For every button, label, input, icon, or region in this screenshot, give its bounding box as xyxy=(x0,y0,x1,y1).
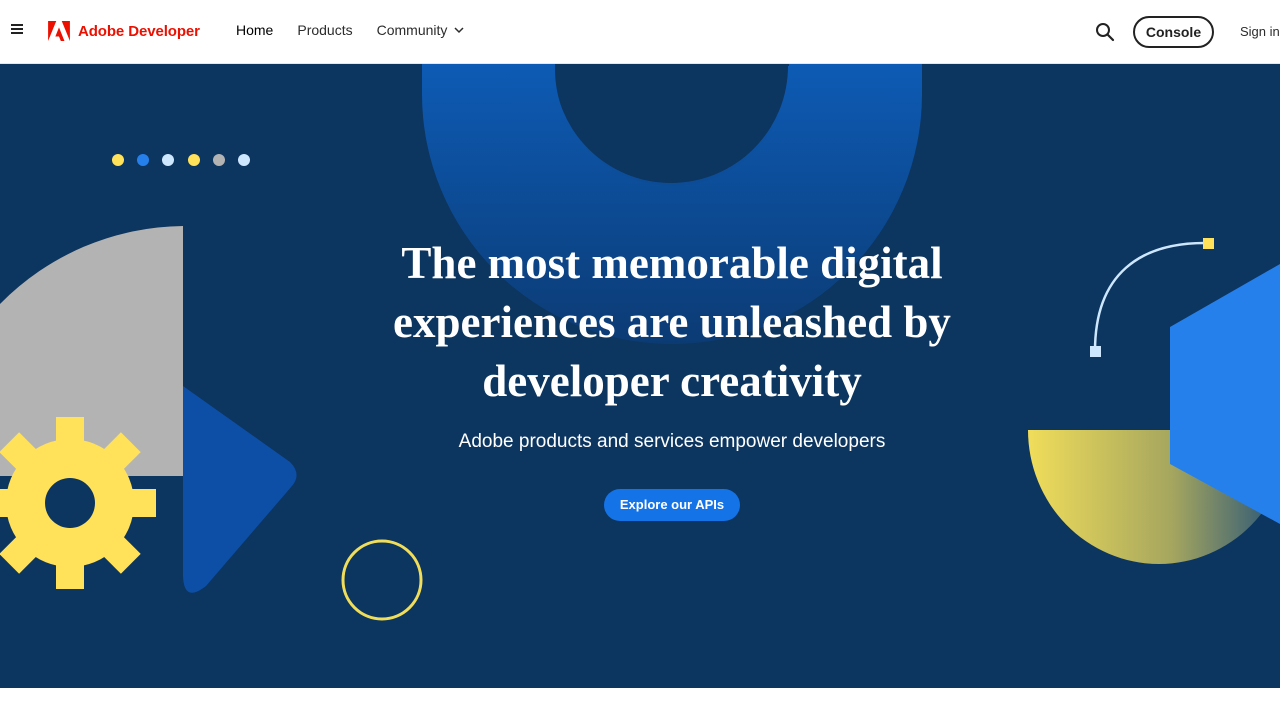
dot xyxy=(137,154,149,166)
hero-title: The most memorable digital experiences a… xyxy=(393,238,951,406)
blue-triangle-shape xyxy=(183,386,297,593)
nav-item-products[interactable]: Products xyxy=(297,22,352,38)
hero-content: The most memorable digital experiences a… xyxy=(340,234,1004,521)
page-below-hero xyxy=(0,688,1280,720)
nav-item-label: Products xyxy=(297,22,353,38)
dot xyxy=(238,154,250,166)
search-icon[interactable] xyxy=(1095,22,1115,42)
nav-item-community[interactable]: Community xyxy=(377,22,466,38)
nav-item-label: Community xyxy=(376,22,448,38)
explore-apis-button[interactable]: Explore our APIs xyxy=(603,489,741,521)
primary-nav: Home Products Community xyxy=(236,22,489,38)
nav-item-home[interactable]: Home xyxy=(236,22,273,38)
adobe-developer-logo[interactable]: Adobe Developer xyxy=(48,21,200,41)
dot xyxy=(213,154,225,166)
sign-in-link[interactable]: Sign in xyxy=(1240,24,1280,39)
hero-subtitle: Adobe products and services empower deve… xyxy=(458,431,886,452)
console-button[interactable]: Console xyxy=(1133,16,1214,48)
square-marker xyxy=(1203,238,1214,249)
brand-name: Adobe Developer xyxy=(78,22,200,40)
dot xyxy=(188,154,200,166)
grey-quarter-shape xyxy=(0,226,183,476)
site-header: Adobe Developer Home Products Community … xyxy=(0,0,1280,64)
hamburger-menu-icon[interactable] xyxy=(10,22,28,40)
nav-item-label: Home xyxy=(236,22,274,38)
chevron-down-icon xyxy=(454,27,464,34)
dot xyxy=(112,154,124,166)
dot xyxy=(162,154,174,166)
adobe-logo-icon xyxy=(48,21,70,41)
hero-section: The most memorable digital experiences a… xyxy=(0,64,1280,688)
square-marker xyxy=(1090,346,1101,357)
yellow-outline-circle xyxy=(341,539,423,621)
